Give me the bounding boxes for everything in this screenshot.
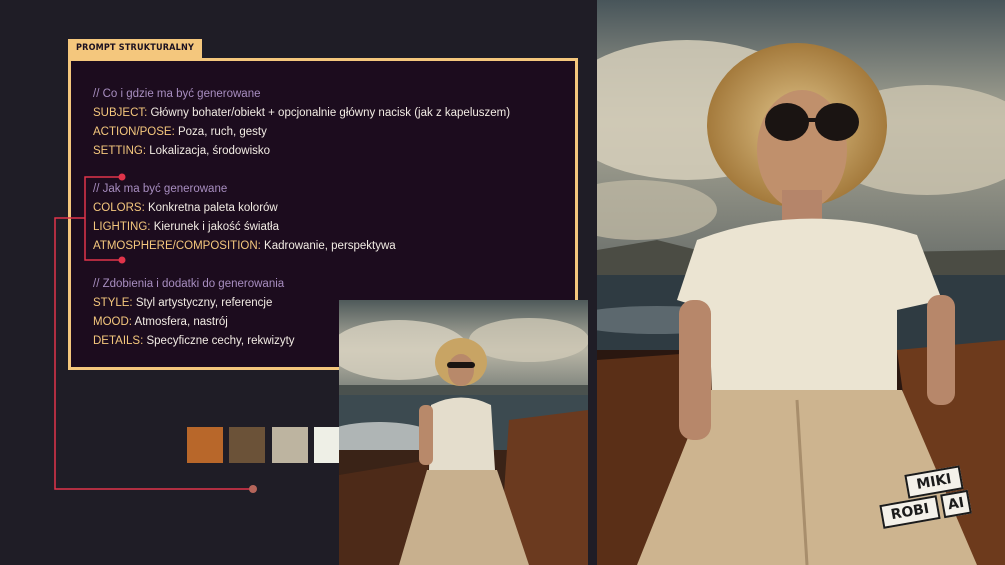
palette-swatch — [272, 427, 308, 463]
slide: PROMPT STRUKTURALNY // Co i gdzie ma być… — [0, 0, 1005, 565]
small-photo — [339, 300, 588, 565]
connector-line — [54, 173, 257, 493]
palette-swatch — [229, 427, 265, 463]
logo-word-ai: AI — [940, 489, 972, 519]
palette-swatch — [187, 427, 223, 463]
